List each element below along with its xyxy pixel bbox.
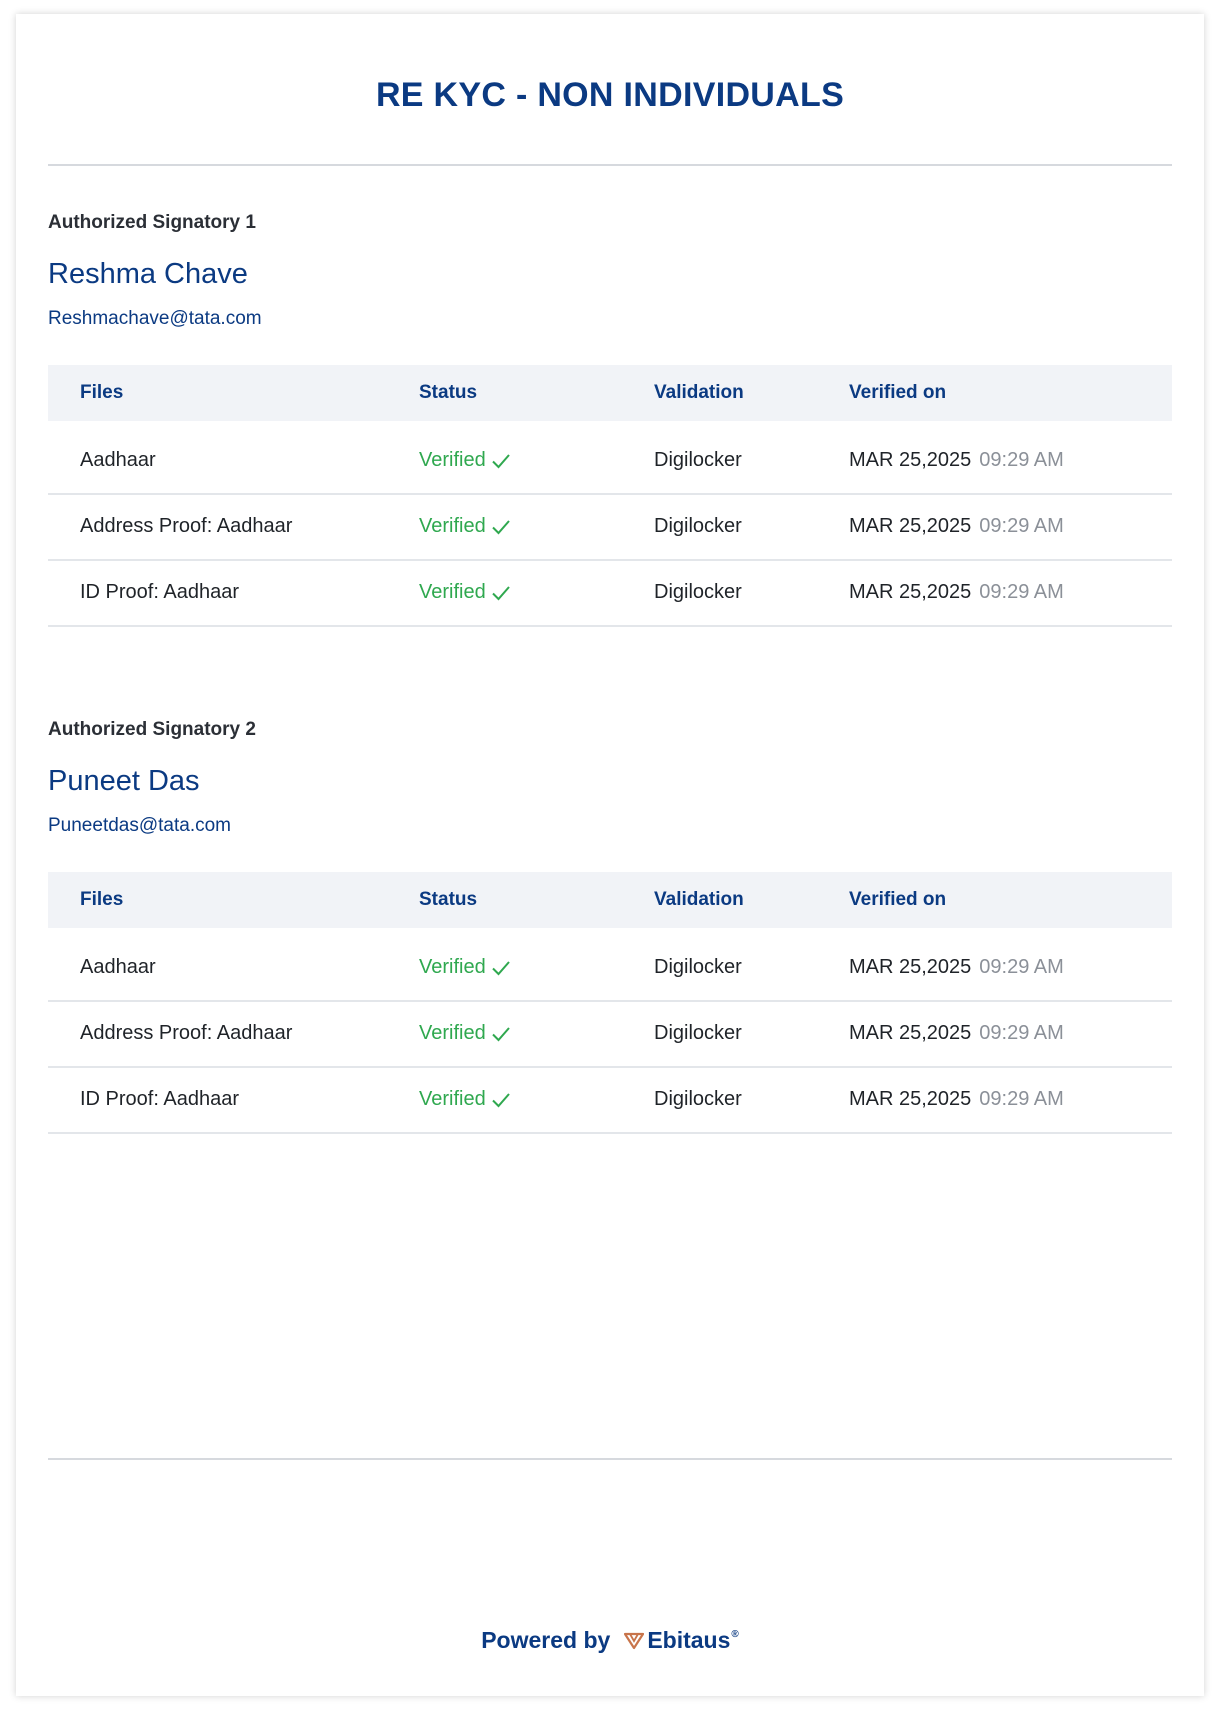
verified-date: MAR 25,2025 bbox=[849, 581, 972, 603]
verified-time: 09:29 AM bbox=[979, 515, 1064, 537]
signatory-name: Reshma Chave bbox=[48, 258, 248, 290]
status-text: Verified bbox=[419, 1088, 486, 1110]
verified-date: MAR 25,2025 bbox=[849, 449, 972, 471]
table-row: Address Proof: Aadhaar Verified Digilock… bbox=[48, 495, 1172, 561]
header-status: Status bbox=[419, 382, 478, 403]
header-verified-on: Verified on bbox=[849, 889, 947, 910]
divider-bottom bbox=[48, 1458, 1172, 1460]
verified-time: 09:29 AM bbox=[979, 1088, 1064, 1110]
check-icon bbox=[492, 519, 510, 534]
page-title: RE KYC - NON INDIVIDUALS bbox=[375, 76, 845, 114]
status-text: Verified bbox=[419, 515, 486, 537]
verified-on-cell: MAR 25,2025 09:29 AM bbox=[849, 449, 1064, 472]
document-page: RE KYC - NON INDIVIDUALS Authorized Sign… bbox=[16, 14, 1204, 1696]
header-verified-on: Verified on bbox=[849, 382, 947, 403]
validation-cell: Digilocker bbox=[654, 515, 742, 537]
file-name: ID Proof: Aadhaar bbox=[80, 581, 239, 603]
check-icon bbox=[492, 1092, 510, 1107]
divider-top bbox=[48, 164, 1172, 166]
powered-by-text: Powered by bbox=[481, 1627, 611, 1653]
verified-on-cell: MAR 25,2025 09:29 AM bbox=[849, 1088, 1064, 1111]
file-name: Aadhaar bbox=[80, 956, 156, 978]
verified-time: 09:29 AM bbox=[979, 449, 1064, 471]
validation-cell: Digilocker bbox=[654, 1088, 742, 1110]
verified-time: 09:29 AM bbox=[979, 581, 1064, 603]
verified-date: MAR 25,2025 bbox=[849, 1088, 972, 1110]
signatory-email[interactable]: Puneetdas@tata.com bbox=[48, 815, 231, 837]
status-text: Verified bbox=[419, 581, 486, 603]
verified-time: 09:29 AM bbox=[979, 1022, 1064, 1044]
table-row: ID Proof: Aadhaar Verified Digilocker MA… bbox=[48, 561, 1172, 627]
header-files: Files bbox=[80, 889, 124, 910]
verified-on-cell: MAR 25,2025 09:29 AM bbox=[849, 1022, 1064, 1045]
status-cell: Verified bbox=[419, 449, 511, 472]
header-validation: Validation bbox=[654, 889, 744, 910]
brand-name: Ebitaus bbox=[647, 1627, 731, 1653]
check-icon bbox=[492, 453, 510, 468]
verified-on-cell: MAR 25,2025 09:29 AM bbox=[849, 515, 1064, 538]
brand[interactable]: Ebitaus ® bbox=[624, 1627, 739, 1654]
check-icon bbox=[492, 960, 510, 975]
footer: Powered by Ebitaus ® bbox=[16, 1627, 1204, 1654]
table-row: ID Proof: Aadhaar Verified Digilocker MA… bbox=[48, 1068, 1172, 1134]
status-text: Verified bbox=[419, 1022, 486, 1044]
validation-cell: Digilocker bbox=[654, 581, 742, 603]
table-row: Address Proof: Aadhaar Verified Digilock… bbox=[48, 1002, 1172, 1068]
table-row: Aadhaar Verified Digilocker MAR 25,2025 0… bbox=[48, 928, 1172, 1002]
table-header: Files Status Validation Verified on bbox=[48, 872, 1172, 928]
verified-on-cell: MAR 25,2025 09:29 AM bbox=[849, 581, 1064, 604]
registered-mark: ® bbox=[731, 1629, 739, 1640]
file-name: Address Proof: Aadhaar bbox=[80, 515, 293, 537]
validation-cell: Digilocker bbox=[654, 956, 742, 978]
validation-cell: Digilocker bbox=[654, 1022, 742, 1044]
signatory-email[interactable]: Reshmachave@tata.com bbox=[48, 308, 262, 330]
check-icon bbox=[492, 1026, 510, 1041]
status-cell: Verified bbox=[419, 1088, 511, 1111]
validation-cell: Digilocker bbox=[654, 449, 742, 471]
status-cell: Verified bbox=[419, 515, 511, 538]
file-name: Aadhaar bbox=[80, 449, 156, 471]
signatory-name: Puneet Das bbox=[48, 765, 200, 797]
ebitaus-logo-icon bbox=[624, 1632, 645, 1649]
header-status: Status bbox=[419, 889, 478, 910]
verified-on-cell: MAR 25,2025 09:29 AM bbox=[849, 956, 1064, 979]
table-row: Aadhaar Verified Digilocker MAR 25,2025 0… bbox=[48, 421, 1172, 495]
table-header: Files Status Validation Verified on bbox=[48, 365, 1172, 421]
status-cell: Verified bbox=[419, 581, 511, 604]
status-text: Verified bbox=[419, 956, 486, 978]
verified-time: 09:29 AM bbox=[979, 956, 1064, 978]
header-files: Files bbox=[80, 382, 124, 403]
header-validation: Validation bbox=[654, 382, 744, 403]
signatory-label: Authorized Signatory 1 bbox=[48, 212, 256, 233]
status-cell: Verified bbox=[419, 1022, 511, 1045]
file-name: Address Proof: Aadhaar bbox=[80, 1022, 293, 1044]
signatory-label: Authorized Signatory 2 bbox=[48, 719, 256, 740]
verified-date: MAR 25,2025 bbox=[849, 1022, 972, 1044]
verified-date: MAR 25,2025 bbox=[849, 515, 972, 537]
file-name: ID Proof: Aadhaar bbox=[80, 1088, 239, 1110]
status-cell: Verified bbox=[419, 956, 511, 979]
status-text: Verified bbox=[419, 449, 486, 471]
verified-date: MAR 25,2025 bbox=[849, 956, 972, 978]
check-icon bbox=[492, 585, 510, 600]
